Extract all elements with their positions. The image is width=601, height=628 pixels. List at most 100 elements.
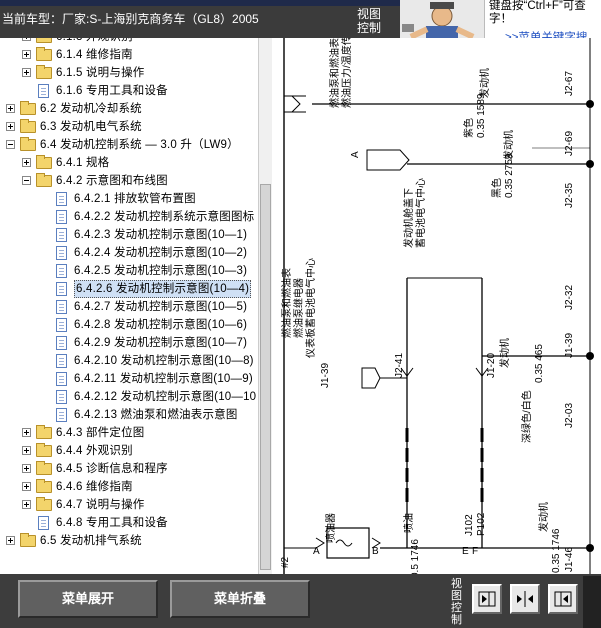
- svg-text:F: F: [472, 546, 478, 557]
- svg-text:蓄电池电气中心: 蓄电池电气中心: [414, 178, 427, 248]
- folder-icon: [20, 119, 36, 133]
- svg-text:E: E: [462, 546, 469, 557]
- scrollbar-thumb[interactable]: [260, 184, 271, 570]
- expand-icon[interactable]: [22, 446, 31, 455]
- tree-scrollbar[interactable]: [258, 38, 272, 574]
- tree-item-label: 6.1.6 专用工具和设备: [56, 85, 168, 97]
- top-bar: 当前车型：厂家:S-上海别克商务车（GL8）2005 视图控制 键盘按“Ctrl…: [0, 0, 601, 48]
- expand-icon[interactable]: [6, 536, 15, 545]
- search-hint-text: 键盘按“Ctrl+F”可查字！: [489, 0, 586, 25]
- sensor-label: 燃油泵和燃油表: [328, 38, 341, 108]
- expand-icon[interactable]: [22, 482, 31, 491]
- expand-icon[interactable]: [22, 68, 31, 77]
- folder-icon: [36, 479, 52, 493]
- tree-item-label: 6.4.5 诊断信息和程序: [56, 463, 168, 475]
- svg-text:A: A: [350, 151, 361, 158]
- folder-open-icon: [36, 173, 52, 187]
- svg-text:深绿色/白色: 深绿色/白色: [520, 390, 533, 443]
- document-icon: [56, 390, 67, 404]
- svg-text:0.35 2759: 0.35 2759: [504, 153, 515, 198]
- split-view-icon[interactable]: [510, 584, 540, 614]
- collapse-icon[interactable]: [6, 140, 15, 149]
- tree-item-label: 6.4.2.7 发动机控制示意图(10—5): [74, 301, 248, 313]
- wire-label-1589: 发动机: [478, 68, 491, 98]
- tree-item-label: 6.4.2.8 发动机控制示意图(10—6): [74, 319, 248, 331]
- document-icon: [56, 336, 67, 350]
- expand-icon[interactable]: [22, 158, 31, 167]
- tree-item-label: 6.4.6 维修指南: [56, 481, 133, 493]
- folder-icon: [36, 47, 52, 61]
- module-label: 燃油泵和燃油表: [280, 268, 293, 338]
- view-control-label[interactable]: 视图控制: [357, 7, 383, 35]
- view-control-footer-label: 视图控制: [451, 578, 462, 626]
- menu-collapse-button[interactable]: 菜单折叠: [170, 580, 310, 618]
- tree-item-label: 6.4 发动机控制系统 — 3.0 升（LW9）: [40, 139, 239, 151]
- document-icon: [56, 408, 67, 422]
- svg-text:0.35 1746: 0.35 1746: [551, 528, 562, 573]
- expand-icon[interactable]: [6, 122, 15, 131]
- expand-icon[interactable]: [22, 50, 31, 59]
- panel-right-icon[interactable]: [472, 584, 502, 614]
- svg-text:燃油泵继电器: 燃油泵继电器: [292, 278, 305, 338]
- tree-item-label: 6.4.3 部件定位图: [56, 427, 145, 439]
- document-icon: [56, 282, 67, 296]
- bottom-bar: 菜单展开 菜单折叠 视图控制: [0, 574, 601, 628]
- wire-label-465: 发动机: [498, 338, 511, 368]
- tree-item-label: 6.1.5 说明与操作: [56, 67, 145, 79]
- svg-text:B: B: [372, 546, 379, 557]
- svg-text:发动机: 发动机: [537, 502, 550, 532]
- folder-icon: [20, 533, 36, 547]
- tree-item-label: 6.3 发动机电气系统: [40, 121, 142, 133]
- svg-text:J1-20: J1-20: [486, 353, 497, 378]
- svg-text:仪表板蓄电池电气中心: 仪表板蓄电池电气中心: [304, 258, 317, 358]
- tree-item-label: 6.4.2 示意图和布线图: [56, 175, 168, 187]
- folder-icon: [20, 101, 36, 115]
- tree-item-label: 6.1.3 外观识别: [56, 38, 133, 46]
- relay-label: 发动机舱盖下: [402, 188, 415, 248]
- tree-item-label: 6.4.2.12 发动机控制示意图(10—10: [74, 391, 257, 403]
- menu-expand-button[interactable]: 菜单展开: [18, 580, 158, 618]
- svg-text:0.5 1746: 0.5 1746: [410, 539, 421, 574]
- folder-icon: [36, 425, 52, 439]
- folder-open-icon: [20, 137, 36, 151]
- expand-icon[interactable]: [22, 38, 31, 41]
- expand-icon[interactable]: [6, 104, 15, 113]
- current-car-title: 当前车型：厂家:S-上海别克商务车（GL8）2005: [2, 12, 259, 26]
- tree-item-label: 6.4.4 外观识别: [56, 445, 133, 457]
- folder-icon: [36, 65, 52, 79]
- folder-icon: [36, 155, 52, 169]
- connector-dot: [586, 160, 594, 168]
- document-icon: [56, 246, 67, 260]
- expand-icon[interactable]: [22, 428, 31, 437]
- tree-item-label: 6.4.2.1 排放软管布置图: [74, 193, 196, 205]
- svg-text:J2-41: J2-41: [394, 353, 405, 378]
- right-edge-strip: [583, 576, 601, 628]
- tree-item-label: 6.4.2.9 发动机控制示意图(10—7): [74, 337, 248, 349]
- wiring-diagram: J2-67 J2-69 J2-35 J2-32 J1-39 J2-03 J1-4…: [272, 38, 601, 574]
- tree-item-label: 6.4.2.13 燃油泵和燃油表示意图: [74, 409, 238, 421]
- svg-text:燃油压力/温度传感器: 燃油压力/温度传感器: [340, 38, 353, 108]
- expand-icon[interactable]: [22, 500, 31, 509]
- svg-text:黑色: 黑色: [490, 178, 503, 198]
- tree-item-label: 6.4.2.5 发动机控制示意图(10—3): [74, 265, 248, 277]
- svg-text:喷油: 喷油: [402, 513, 415, 533]
- tree-item-label: 6.4.2.4 发动机控制示意图(10—2): [74, 247, 248, 259]
- folder-icon: [36, 38, 52, 43]
- tree-item-label: 6.4.2.6 发动机控制示意图(10—4): [74, 280, 252, 298]
- connector-label-j2-67: J2-67: [564, 71, 575, 96]
- collapse-icon[interactable]: [22, 176, 31, 185]
- tree-item-label: 6.4.2.10 发动机控制示意图(10—8): [74, 355, 254, 367]
- document-icon: [56, 264, 67, 278]
- connector-label-j1-46: J1-46: [564, 547, 575, 572]
- svg-text:0.35 1589: 0.35 1589: [476, 93, 487, 138]
- svg-text:P102: P102: [476, 512, 487, 536]
- tree-item-label: 6.1.4 维修指南: [56, 49, 133, 61]
- document-icon: [56, 228, 67, 242]
- document-icon: [56, 354, 67, 368]
- folder-icon: [36, 443, 52, 457]
- expand-icon[interactable]: [22, 464, 31, 473]
- document-icon: [38, 516, 49, 530]
- document-icon: [56, 192, 67, 206]
- tree-item-label: 6.5 发动机排气系统: [40, 535, 142, 547]
- panel-left-icon[interactable]: [548, 584, 578, 614]
